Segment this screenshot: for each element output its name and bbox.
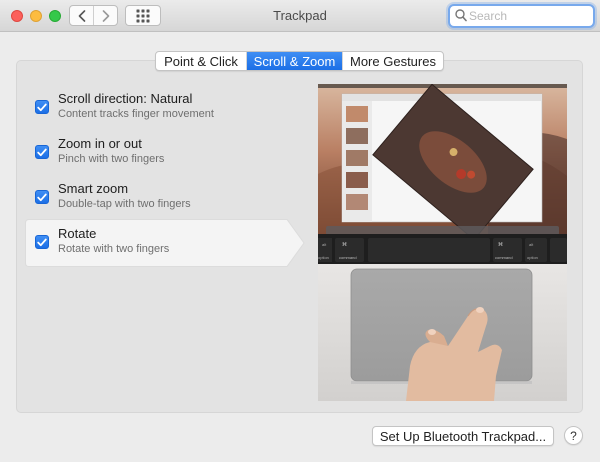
checkmark-icon [37, 193, 47, 201]
option-smart-zoom[interactable]: Smart zoom Double-tap with two fingers [27, 175, 303, 220]
key-command-symbol-left: ⌘ [342, 242, 347, 248]
search-input[interactable] [469, 8, 587, 24]
show-all-button[interactable] [125, 5, 161, 26]
set-up-bluetooth-trackpad-button[interactable]: Set Up Bluetooth Trackpad... [372, 426, 554, 446]
gesture-preview-video: alt option ⌘ command ⌘ command alt optio… [318, 84, 567, 401]
preview-illustration: alt option ⌘ command ⌘ command alt optio… [318, 84, 567, 401]
checkmark-icon [37, 238, 47, 246]
search-icon [455, 9, 467, 22]
key-option-right: option [527, 255, 538, 260]
laptop-screen [318, 84, 567, 241]
option-title: Scroll direction: Natural [58, 91, 193, 106]
back-icon [78, 9, 85, 22]
laptop-keyboard: alt option ⌘ command ⌘ command alt optio… [318, 234, 567, 264]
option-subtitle: Pinch with two fingers [58, 153, 165, 165]
minimize-icon[interactable] [30, 10, 42, 22]
zoom-in-or-out-checkbox[interactable] [35, 145, 49, 159]
close-icon[interactable] [11, 10, 23, 22]
option-title: Zoom in or out [58, 136, 142, 151]
forward-icon [102, 9, 109, 22]
tab-more-gestures[interactable]: More Gestures [342, 52, 443, 70]
laptop-trackpad-area [318, 264, 567, 401]
forward-button[interactable] [93, 6, 117, 25]
key-option-left: option [318, 255, 329, 260]
key-command-label-left: command [339, 255, 357, 260]
zoom-icon[interactable] [49, 10, 61, 22]
option-subtitle: Rotate with two fingers [58, 243, 170, 255]
title-bar: Trackpad [0, 0, 600, 32]
option-title: Rotate [58, 226, 97, 241]
rotate-checkbox[interactable] [35, 235, 49, 249]
option-subtitle: Double-tap with two fingers [58, 198, 191, 210]
window-title: Trackpad [273, 8, 327, 23]
key-command-label-right: command [495, 255, 513, 260]
option-subtitle: Content tracks finger movement [58, 108, 214, 120]
option-rotate[interactable]: Rotate Rotate with two fingers [27, 220, 303, 265]
tab-scroll-and-zoom[interactable]: Scroll & Zoom [246, 52, 342, 70]
smart-zoom-checkbox[interactable] [35, 190, 49, 204]
option-scroll-direction[interactable]: Scroll direction: Natural Content tracks… [27, 85, 303, 130]
key-command-symbol-right: ⌘ [498, 242, 503, 248]
back-button[interactable] [70, 6, 93, 25]
tab-bar: Point & Click Scroll & Zoom More Gesture… [155, 51, 444, 71]
search-field[interactable] [448, 4, 595, 28]
option-title: Smart zoom [58, 181, 129, 196]
show-all-grid-icon [136, 9, 150, 22]
checkmark-icon [37, 148, 47, 156]
scroll-direction-checkbox[interactable] [35, 100, 49, 114]
help-button[interactable]: ? [564, 426, 583, 445]
navigation-group [69, 5, 118, 26]
checkmark-icon [37, 103, 47, 111]
option-zoom-in-or-out[interactable]: Zoom in or out Pinch with two fingers [27, 130, 303, 175]
tab-point-and-click[interactable]: Point & Click [156, 52, 246, 70]
